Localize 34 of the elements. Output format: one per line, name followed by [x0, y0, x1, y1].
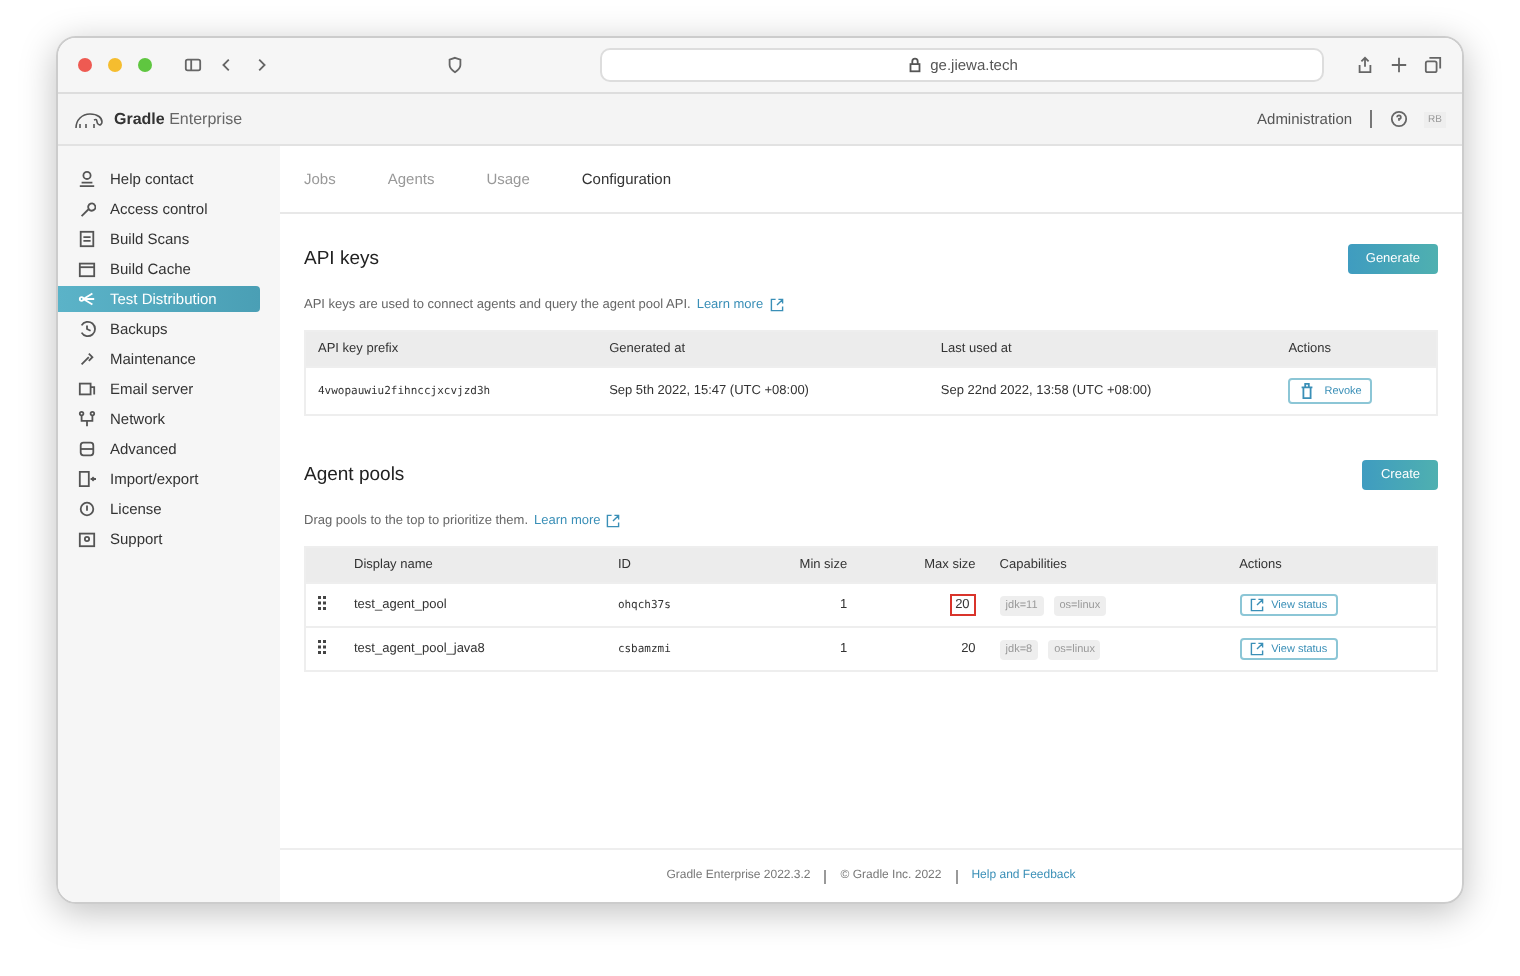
drag-handle-icon[interactable]: [318, 640, 326, 654]
sidebar-icon: [184, 56, 202, 74]
external-link-icon: [1249, 598, 1264, 612]
add-tab-icon: [1390, 56, 1408, 74]
menu-item-icon: [78, 200, 96, 218]
menu-item-icon: [78, 500, 96, 518]
lock-icon: [906, 56, 925, 74]
menu-item-icon: [78, 380, 96, 398]
menu-item-icon: [78, 410, 96, 428]
drag-handle-icon[interactable]: [318, 596, 326, 610]
minimize-icon[interactable]: [108, 58, 122, 72]
menu-item-icon: [78, 440, 96, 458]
trash-icon: [1298, 382, 1317, 400]
shield-icon: [446, 56, 464, 74]
external-link-icon: [1249, 642, 1264, 656]
menu-item-icon: [78, 230, 96, 248]
tabs-icon: [1424, 56, 1442, 74]
elephant-logo-icon: [74, 109, 106, 129]
section-title: Agent pools: [304, 464, 405, 486]
app-brand: Gradle Enterprise: [114, 110, 243, 128]
menu-item-icon: [78, 530, 96, 548]
menu-item-icon: [78, 260, 96, 278]
external-link-icon: [606, 514, 621, 528]
share-icon: [1356, 56, 1374, 74]
help-icon: [1390, 110, 1409, 128]
menu-item-icon: [78, 470, 96, 488]
close-icon[interactable]: [78, 58, 92, 72]
external-link-icon: [769, 298, 784, 312]
menu-item-icon: [78, 290, 96, 308]
menu-item-icon: [78, 320, 96, 338]
menu-item-icon: [78, 350, 96, 368]
section-title: API keys: [304, 248, 379, 270]
menu-item-icon: [78, 170, 96, 188]
maximize-icon[interactable]: [138, 58, 152, 72]
